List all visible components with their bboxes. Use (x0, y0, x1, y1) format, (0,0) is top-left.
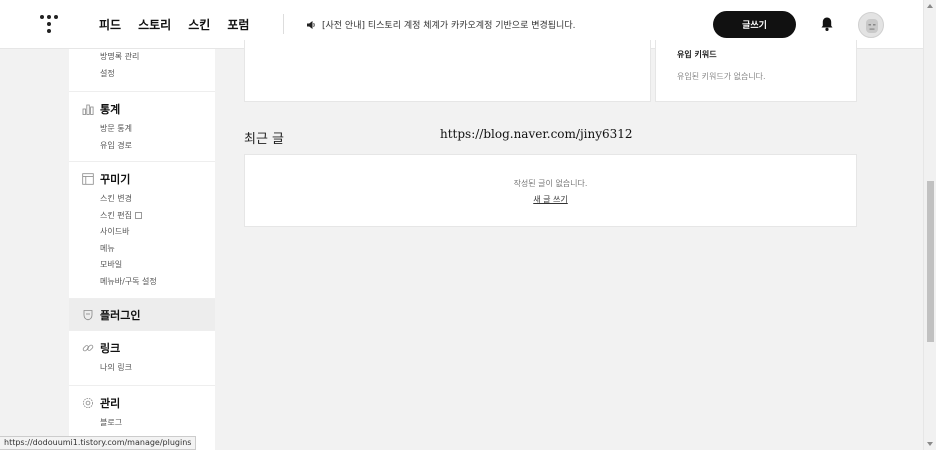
sidebar-head-label: 통계 (100, 103, 121, 116)
posts-empty-text: 작성된 글이 없습니다. (513, 179, 588, 188)
sidebar-head-design[interactable]: 꾸미기 (69, 170, 215, 188)
sidebar-group-manage: 관리 블로그 (69, 386, 215, 440)
sidebar-item-blog[interactable]: 블로그 (69, 415, 215, 432)
sidebar-item-skin-edit[interactable]: 스킨 편집 (69, 208, 215, 225)
sidebar-item-mobile[interactable]: 모바일 (69, 257, 215, 274)
write-post-button[interactable]: 글쓰기 (713, 11, 796, 38)
main-nav: 피드 스토리 스킨 포럼 (99, 16, 249, 33)
sidebar-item-referrer[interactable]: 유입 경로 (69, 138, 215, 155)
sidebar-head-label: 플러그인 (100, 309, 141, 322)
sidebar-head-label: 관리 (100, 397, 121, 410)
stats-card (244, 40, 651, 102)
scroll-up-icon[interactable] (927, 4, 933, 8)
nav-forum[interactable]: 포럼 (227, 16, 249, 33)
avatar-face-icon (866, 19, 878, 33)
sidebar-group-design: 꾸미기 스킨 변경 스킨 편집 사이드바 메뉴 모바일 메뉴바/구독 설정 (69, 162, 215, 299)
keywords-card: 유입 키워드 유입된 키워드가 없습니다. (655, 40, 857, 102)
sidebar-item-my-links[interactable]: 나의 링크 (69, 360, 215, 377)
sidebar-item-skin-change[interactable]: 스킨 변경 (69, 191, 215, 208)
chart-icon (82, 104, 94, 115)
sidebar-item-guestbook[interactable]: 방명록 관리 (69, 49, 215, 66)
notice-banner[interactable]: [사전 안내] 티스토리 계정 체계가 카카오계정 기반으로 변경됩니다. (306, 18, 575, 31)
plugin-icon (83, 310, 93, 321)
keywords-empty-text: 유입된 키워드가 없습니다. (677, 72, 766, 81)
sidebar-head-plugin[interactable]: 플러그인 (69, 306, 215, 324)
sidebar-group-top: 방명록 관리 설정 (69, 49, 215, 92)
keywords-title: 유입 키워드 (677, 50, 717, 59)
bell-icon[interactable] (820, 16, 834, 32)
sidebar-item-menubar[interactable]: 메뉴바/구독 설정 (69, 274, 215, 291)
notice-text: [사전 안내] 티스토리 계정 체계가 카카오계정 기반으로 변경됩니다. (322, 21, 576, 31)
sidebar-group-link: 링크 나의 링크 (69, 331, 215, 386)
sidebar-item-settings[interactable]: 설정 (69, 66, 215, 83)
sidebar-item-visit-stats[interactable]: 방문 통계 (69, 121, 215, 138)
sidebar-head-manage[interactable]: 관리 (69, 394, 215, 412)
sidebar-head-link[interactable]: 링크 (69, 339, 215, 357)
recent-posts-title: 최근 글 (244, 132, 285, 147)
avatar[interactable] (858, 12, 884, 38)
status-url-preview: https://dodouumi1.tistory.com/manage/plu… (0, 436, 197, 450)
sidebar: 방명록 관리 설정 통계 방문 통계 유입 경로 꾸미기 스킨 변경 스킨 편집… (69, 49, 215, 450)
new-post-link-wrap: 새 글 쓰기 (245, 194, 856, 205)
header-divider (283, 14, 284, 34)
sidebar-head-label: 링크 (100, 342, 121, 355)
sidebar-head-label: 꾸미기 (100, 173, 131, 186)
skin-edit-label: 스킨 편집 (100, 210, 132, 220)
nav-skin[interactable]: 스킨 (188, 16, 210, 33)
link-icon (82, 344, 94, 352)
external-link-icon (134, 211, 142, 219)
recent-posts-card: 작성된 글이 없습니다. 새 글 쓰기 (244, 154, 857, 227)
speaker-icon (307, 20, 315, 29)
sidebar-item-menu[interactable]: 메뉴 (69, 241, 215, 258)
tistory-logo[interactable] (38, 13, 60, 35)
sidebar-group-plugin[interactable]: 플러그인 (69, 299, 215, 331)
scroll-down-icon[interactable] (927, 442, 933, 446)
layout-icon (82, 173, 94, 185)
page-scrollbar[interactable] (923, 0, 936, 450)
sidebar-item-sidebar[interactable]: 사이드바 (69, 224, 215, 241)
url-overlay-text: https://blog.naver.com/jiny6312 (440, 127, 633, 141)
gear-icon (83, 398, 93, 408)
sidebar-head-stats[interactable]: 통계 (69, 100, 215, 118)
sidebar-group-stats: 통계 방문 통계 유입 경로 (69, 92, 215, 162)
nav-story[interactable]: 스토리 (138, 16, 171, 33)
nav-feed[interactable]: 피드 (99, 16, 121, 33)
new-post-link[interactable]: 새 글 쓰기 (533, 195, 568, 204)
scrollbar-thumb[interactable] (927, 181, 934, 342)
